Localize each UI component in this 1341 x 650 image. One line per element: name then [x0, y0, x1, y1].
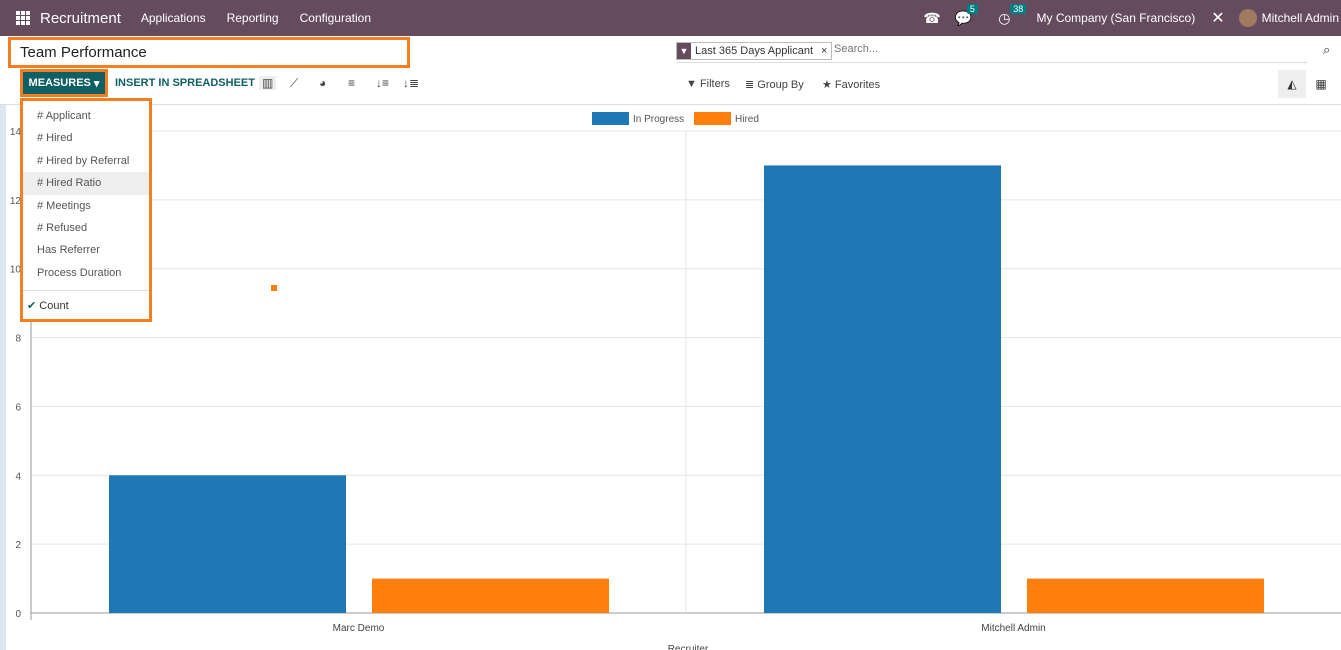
apps-menu-icon[interactable]	[16, 11, 30, 25]
group-by-label: Group By	[757, 79, 804, 91]
search-icon[interactable]: ⌕	[1323, 42, 1330, 58]
facet-remove-icon[interactable]: ×	[817, 45, 831, 57]
check-icon: ✔	[27, 300, 37, 313]
measures-button[interactable]: MEASURES ▾	[20, 69, 108, 97]
pivot-view-icon[interactable]: ▦	[1307, 70, 1335, 98]
menu-reporting[interactable]: Reporting	[227, 11, 279, 25]
measure-item[interactable]: # Meetings	[23, 195, 149, 217]
measure-item[interactable]: Process Duration	[23, 262, 149, 284]
sort-descending-icon[interactable]: ↓≡	[376, 76, 389, 90]
stray-marker	[271, 285, 277, 291]
insert-spreadsheet-button[interactable]: INSERT IN SPREADSHEET	[115, 77, 255, 89]
favorites-label: Favorites	[834, 79, 881, 91]
x-tick-label: Marc Demo	[333, 623, 385, 634]
app-name[interactable]: Recruitment	[40, 10, 121, 27]
measure-item[interactable]: # Hired Ratio	[23, 172, 149, 195]
messages-badge: 5	[966, 3, 978, 14]
control-panel-divider	[0, 104, 1341, 105]
bar-chart: 02468101214Marc Demo Mitchell AdminRecrui…	[10, 112, 1341, 650]
favorites-button[interactable]: ★ Favorites	[822, 78, 880, 91]
measure-item[interactable]: # Applicant	[23, 105, 149, 127]
sort-ascending-icon[interactable]: ↓≣	[403, 76, 419, 90]
bar-chart-icon[interactable]: ▥	[259, 76, 277, 90]
bar-in-progress	[109, 475, 346, 613]
measure-item[interactable]: # Hired	[23, 127, 149, 149]
measure-count-label: Count	[39, 300, 69, 313]
pie-chart-icon[interactable]: ◕	[319, 76, 326, 90]
search-input[interactable]	[834, 43, 1304, 55]
y-tick-label: 6	[15, 402, 21, 413]
company-switcher[interactable]: My Company (San Francisco)	[1037, 11, 1196, 25]
facet-label: Last 365 Days Applicant	[695, 45, 814, 57]
search-facet: ▼ Last 365 Days Applicant ×	[676, 42, 833, 60]
y-tick-label: 0	[15, 609, 21, 620]
stacked-icon[interactable]: ≡	[348, 76, 355, 90]
menu-applications[interactable]: Applications	[141, 11, 206, 25]
measure-item[interactable]: # Hired by Referral	[23, 150, 149, 172]
filters-label: Filters	[699, 78, 730, 90]
bar-hired	[1027, 578, 1264, 613]
graph-view-icon[interactable]: ◭	[1278, 70, 1306, 98]
y-tick-label: 4	[15, 471, 21, 482]
activity-clock-icon[interactable]: ◷ 38	[998, 3, 1027, 27]
measures-dropdown: # Applicant # Hired # Hired by Referral # H…	[20, 98, 152, 322]
menu-configuration[interactable]: Configuration	[300, 11, 371, 25]
chat-icon[interactable]: 💬 5	[955, 3, 978, 27]
activities-badge: 38	[1010, 3, 1027, 14]
filters-button[interactable]: ▼ Filters	[686, 78, 730, 90]
search-underline	[676, 62, 1307, 63]
debug-tools-icon[interactable]: ✕	[1211, 8, 1224, 28]
x-tick-label: Mitchell Admin	[981, 623, 1045, 634]
y-tick-label: 8	[15, 334, 21, 345]
y-tick-label: 2	[15, 540, 21, 551]
filter-icon: ▼	[677, 43, 691, 59]
user-menu[interactable]: Mitchell Admin	[1262, 11, 1339, 25]
page-title: Team Performance	[8, 37, 410, 68]
dropdown-divider	[23, 290, 149, 292]
line-chart-icon[interactable]: ⟋	[290, 76, 298, 91]
measure-item[interactable]: # Refused	[23, 217, 149, 239]
legend-label: In Progress	[633, 114, 684, 125]
bar-in-progress	[764, 165, 1001, 613]
legend-label: Hired	[735, 114, 759, 125]
legend-swatch	[694, 112, 731, 125]
x-axis-title: Recruiter	[668, 644, 709, 650]
phone-icon[interactable]: ☎	[923, 10, 940, 27]
bar-hired	[372, 578, 609, 613]
measures-label: MEASURES	[28, 77, 91, 89]
legend-swatch	[592, 112, 629, 125]
avatar[interactable]	[1238, 9, 1257, 27]
measure-count[interactable]: ✔ Count	[23, 295, 149, 317]
group-by-button[interactable]: ≣ Group By	[745, 78, 804, 91]
navbar: Recruitment Applications Reporting Confi…	[0, 0, 1341, 36]
measure-item[interactable]: Has Referrer	[23, 239, 149, 261]
